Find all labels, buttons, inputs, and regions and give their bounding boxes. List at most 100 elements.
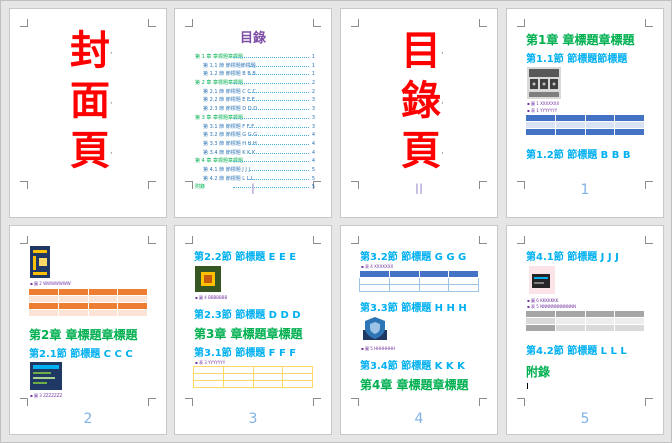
crop-mark: [313, 398, 321, 406]
crop-mark: [185, 398, 193, 406]
page-number: 4: [414, 411, 424, 427]
crop-mark: [313, 236, 321, 244]
crop-mark: [517, 236, 525, 244]
crop-mark: [645, 19, 653, 27]
section-heading: 第3.1節 節標題 F F F: [194, 348, 297, 359]
toc-list: 第 1 章 章標題章標題 1 第 1.1 節 節標題節標題 1 第 1.2 節 節標題 …: [195, 53, 315, 192]
toc-entry-page: 3: [311, 97, 315, 104]
toc-entry[interactable]: 第 2.1 節 節標題 C C C2: [195, 88, 315, 97]
crop-mark: [20, 236, 28, 244]
page-number: 2: [83, 411, 93, 427]
crop-mark: [479, 398, 487, 406]
toc-entry-page: 4: [311, 149, 315, 156]
section-heading: 第3.3節 節標題 H H H: [360, 303, 467, 314]
crop-mark: [148, 181, 156, 189]
crop-mark: [20, 181, 28, 189]
toc-entry[interactable]: 第 2.2 節 節標題 E E E 3: [195, 96, 315, 105]
page-thumb-2[interactable]: 圖 2 WWWWWWW 第2章 章標題章標題 第2.1節 節標題 C C C 圖…: [9, 225, 167, 435]
toc-leader-dots: [249, 152, 309, 154]
toc-entry[interactable]: 第 4.1 節 節標題 J J J 5: [195, 166, 315, 175]
chapter-heading: 第1章 章標題章標題: [526, 33, 635, 47]
toc-entry[interactable]: 第 1 章 章標題章標題 1: [195, 53, 315, 62]
page-thumb-toc-cover[interactable]: 目, 錄, 頁, II: [340, 8, 498, 218]
section-heading: 第3.4節 節標題 K K K: [360, 361, 465, 372]
page-number: 3: [248, 411, 258, 427]
figure-caption: 圖 1 XXXXXXX: [527, 101, 559, 107]
crop-mark: [645, 236, 653, 244]
crop-mark: [185, 19, 193, 27]
toc-leader-dots: [249, 74, 309, 76]
toc-entry-text: 第 3.4 節 節標題 K K K: [203, 149, 256, 156]
page-thumb-5[interactable]: 第4.1節 節標題 J J J 圖 6 KKKKKKK 表 5 NNNNNNNN…: [506, 225, 664, 435]
data-table: [193, 366, 313, 388]
toc-entry-page: 1: [311, 62, 315, 69]
toc-entry[interactable]: 第 4 章 章標題章標題 4: [195, 157, 315, 166]
toc-leader-dots: [249, 143, 309, 145]
chapter-heading: 第2章 章標題章標題: [29, 328, 138, 342]
toc-leader-dots: [249, 100, 309, 102]
toc-entry[interactable]: 第 2 章 章標題章標題 2: [195, 79, 315, 88]
toc-entry[interactable]: 第 2.3 節 節標題 D D D3: [195, 105, 315, 114]
figure-caption: 圖 5 HHHHHHH: [361, 346, 395, 352]
page-thumb-toc[interactable]: 目錄 第 1 章 章標題章標題 1 第 1.1 節 節標題節標題 1 第 1.2 節 節…: [174, 8, 332, 218]
toc-leader-dots: [249, 178, 309, 180]
figure-caption: 圖 4 BBBBBBB: [195, 295, 227, 301]
toc-entry[interactable]: 第 3.1 節 節標題 F F F 3: [195, 123, 315, 132]
toc-entry-page: 4: [311, 132, 315, 139]
toc-entry-text: 第 3.1 節 節標題 F F F: [203, 123, 255, 130]
toc-entry-page: 1: [311, 71, 315, 78]
toc-entry[interactable]: 第 3 章 章標題章標題 3: [195, 114, 315, 123]
crop-mark: [517, 19, 525, 27]
appendix-heading: 附錄: [526, 365, 551, 379]
data-table: [525, 114, 645, 136]
security-shield-laptop-icon: [363, 317, 387, 340]
cover-char-3: 頁,: [70, 128, 113, 174]
page-thumb-3[interactable]: 第2.2節 節標題 E E E 圖 4 BBBBBBB 第2.3節 節標題 D …: [174, 225, 332, 435]
page-number: I: [250, 182, 256, 198]
page-number: 1: [580, 182, 590, 198]
toc-leader-dots: [233, 161, 309, 163]
data-table: [28, 288, 148, 317]
cover-char-2: 面,: [70, 78, 113, 124]
crop-mark: [517, 398, 525, 406]
toc-entry[interactable]: 第 3.2 節 節標題 G G G4: [195, 131, 315, 140]
toc-entry[interactable]: 第 1.2 節 節標題 B B B 1: [195, 70, 315, 79]
toc-leader-dots: [249, 135, 309, 137]
page-thumb-cover[interactable]: 封, 面, 頁,: [9, 8, 167, 218]
text-cursor: [527, 383, 528, 389]
section-heading: 第2.2節 節標題 E E E: [194, 252, 297, 263]
toc-title: 目錄: [239, 31, 266, 46]
toc-entry-text: 第 2.2 節 節標題 E E E: [203, 97, 255, 104]
page-thumb-1[interactable]: 第1章 章標題章標題 第1.1節 節標題節標題 圖 1 XXXXXXX 表 1 …: [506, 8, 664, 218]
toc-entry-page: 4: [311, 158, 315, 165]
section-heading: 第4.2節 節標題 L L L: [526, 346, 627, 357]
toc-leader-dots: [249, 109, 309, 111]
section-heading: 第2.3節 節標題 D D D: [194, 310, 301, 321]
figure-caption: 圖 2 WWWWWWW: [30, 281, 71, 287]
toc-leader-dots: [233, 57, 309, 58]
crop-mark: [479, 19, 487, 27]
crop-mark: [479, 236, 487, 244]
toc-entry-page: 5: [311, 166, 315, 173]
crop-mark: [313, 19, 321, 27]
page-thumbnail-view: 封, 面, 頁, 目錄 第 1 章 章標題章標題 1 第 1.1 節 節標題節標題 1…: [0, 0, 672, 443]
toc-entry[interactable]: 第 3.3 節 節標題 H H H4: [195, 140, 315, 149]
crop-mark: [351, 19, 359, 27]
crop-mark: [20, 398, 28, 406]
data-table: [359, 270, 479, 292]
figure-caption: 圖 3 ZZZZZZZ: [30, 393, 62, 399]
toc-leader-dots: [249, 91, 309, 93]
toc-entry-text: 第 1.1 節 節標題節標題: [203, 62, 256, 69]
page-thumb-4[interactable]: 第3.2節 節標題 G G G 表 4 XXXXXXX 第3.3節 節標題 H …: [340, 225, 498, 435]
toc-leader-dots: [233, 83, 309, 85]
toc-entry[interactable]: 第 1.1 節 節標題節標題 1: [195, 62, 315, 71]
server-unit-icon: [529, 266, 555, 294]
toc-cover-char-2: 錄,: [401, 78, 444, 124]
page-number: 5: [580, 411, 590, 427]
toc-entry-page: 3: [311, 106, 315, 113]
toc-cover-char-1: 目,: [401, 28, 444, 74]
section-heading: 第4.1節 節標題 J J J: [526, 252, 619, 263]
toc-entry-text: 第 1.2 節 節標題 B B B: [203, 71, 256, 78]
toc-entry[interactable]: 第 3.4 節 節標題 K K K 4: [195, 149, 315, 158]
toc-leader-dots: [233, 117, 309, 119]
